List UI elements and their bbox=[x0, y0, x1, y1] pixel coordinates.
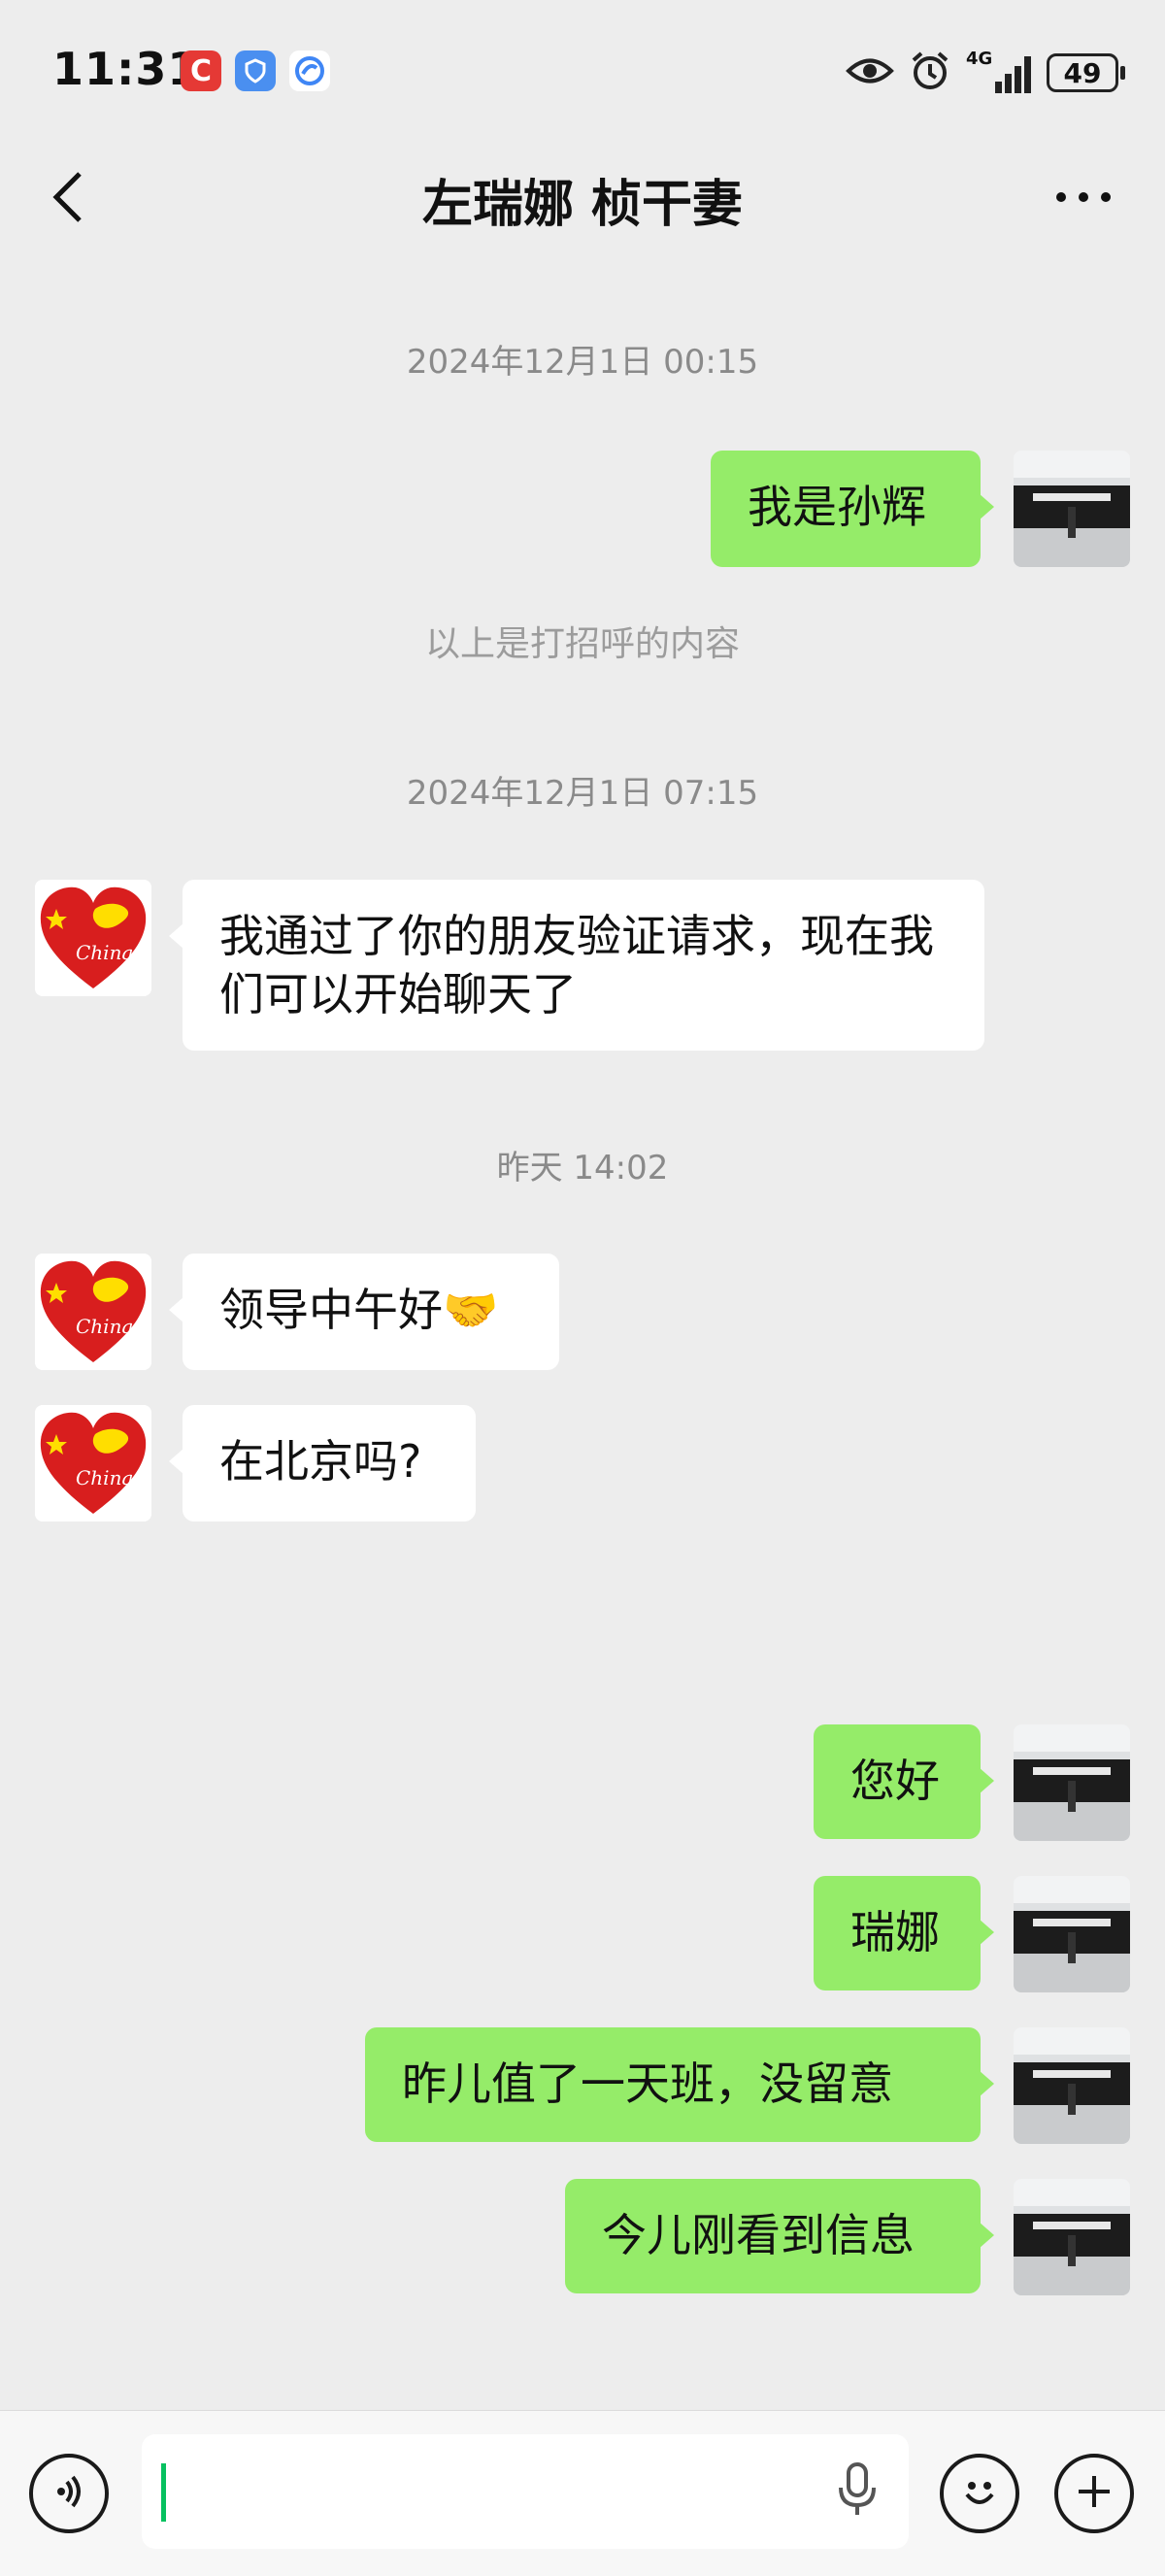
message-bubble-incoming[interactable]: 在北京吗? bbox=[169, 1405, 476, 1522]
battery-icon: 49 bbox=[1047, 53, 1125, 92]
message-bubble-outgoing[interactable]: 昨儿值了一天班，没留意 bbox=[365, 2027, 994, 2142]
app-c-icon: C bbox=[181, 50, 221, 91]
battery-level: 49 bbox=[1063, 56, 1102, 89]
chat-header: 左瑞娜 桢干妻 bbox=[0, 146, 1165, 252]
message-bubble-incoming[interactable]: 我通过了你的朋友验证请求，现在我们可以开始聊天了 bbox=[169, 880, 984, 1051]
message-bubble-outgoing[interactable]: 瑞娜 bbox=[814, 1876, 994, 1991]
timestamp: 昨天 14:02 bbox=[496, 1149, 669, 1188]
contact-avatar[interactable]: China bbox=[35, 1405, 151, 1522]
voice-icon bbox=[50, 2472, 88, 2515]
avatar-china-label: China bbox=[76, 1315, 133, 1338]
shield-app-icon bbox=[235, 50, 276, 91]
input-bar bbox=[0, 2410, 1165, 2576]
emoji-button[interactable] bbox=[940, 2454, 1019, 2533]
emoji-icon bbox=[955, 2467, 1004, 2520]
message-bubble-outgoing[interactable]: 今儿刚看到信息 bbox=[565, 2179, 994, 2293]
alarm-icon bbox=[910, 50, 950, 95]
status-bar: 11:31 C 4G 49 bbox=[0, 0, 1165, 146]
chat-title: 左瑞娜 桢干妻 bbox=[421, 176, 744, 234]
more-button[interactable] bbox=[1045, 167, 1122, 229]
microphone-button[interactable] bbox=[831, 2459, 883, 2524]
timestamp: 2024年12月1日 07:15 bbox=[406, 774, 759, 813]
timestamp: 2024年12月1日 00:15 bbox=[406, 343, 759, 382]
plus-icon bbox=[1073, 2470, 1115, 2517]
my-avatar[interactable] bbox=[1014, 451, 1130, 567]
status-time: 11:31 bbox=[52, 43, 200, 95]
more-functions-button[interactable] bbox=[1054, 2454, 1134, 2533]
contact-avatar[interactable]: China bbox=[35, 1254, 151, 1370]
signal-icon: 4G bbox=[966, 49, 1031, 93]
voice-button[interactable] bbox=[29, 2454, 109, 2533]
my-avatar[interactable] bbox=[1014, 2179, 1130, 2295]
message-bubble-incoming[interactable]: 领导中午好🤝 bbox=[169, 1254, 559, 1370]
eye-icon bbox=[846, 54, 894, 91]
contact-avatar[interactable]: China bbox=[35, 880, 151, 996]
network-type-label: 4G bbox=[966, 49, 993, 69]
avatar-china-label: China bbox=[76, 1466, 133, 1489]
more-icon bbox=[1054, 189, 1113, 208]
my-avatar[interactable] bbox=[1014, 1876, 1130, 1992]
system-note: 以上是打招呼的内容 bbox=[424, 624, 740, 664]
my-avatar[interactable] bbox=[1014, 2027, 1130, 2144]
text-caret bbox=[161, 2463, 166, 2522]
microphone-icon bbox=[836, 2460, 879, 2523]
message-bubble-outgoing[interactable]: 我是孙辉 bbox=[711, 451, 994, 567]
avatar-china-label: China bbox=[76, 941, 133, 964]
message-input[interactable] bbox=[142, 2434, 909, 2549]
my-avatar[interactable] bbox=[1014, 1724, 1130, 1841]
sync-app-icon bbox=[289, 50, 330, 91]
message-bubble-outgoing[interactable]: 您好 bbox=[814, 1724, 994, 1839]
